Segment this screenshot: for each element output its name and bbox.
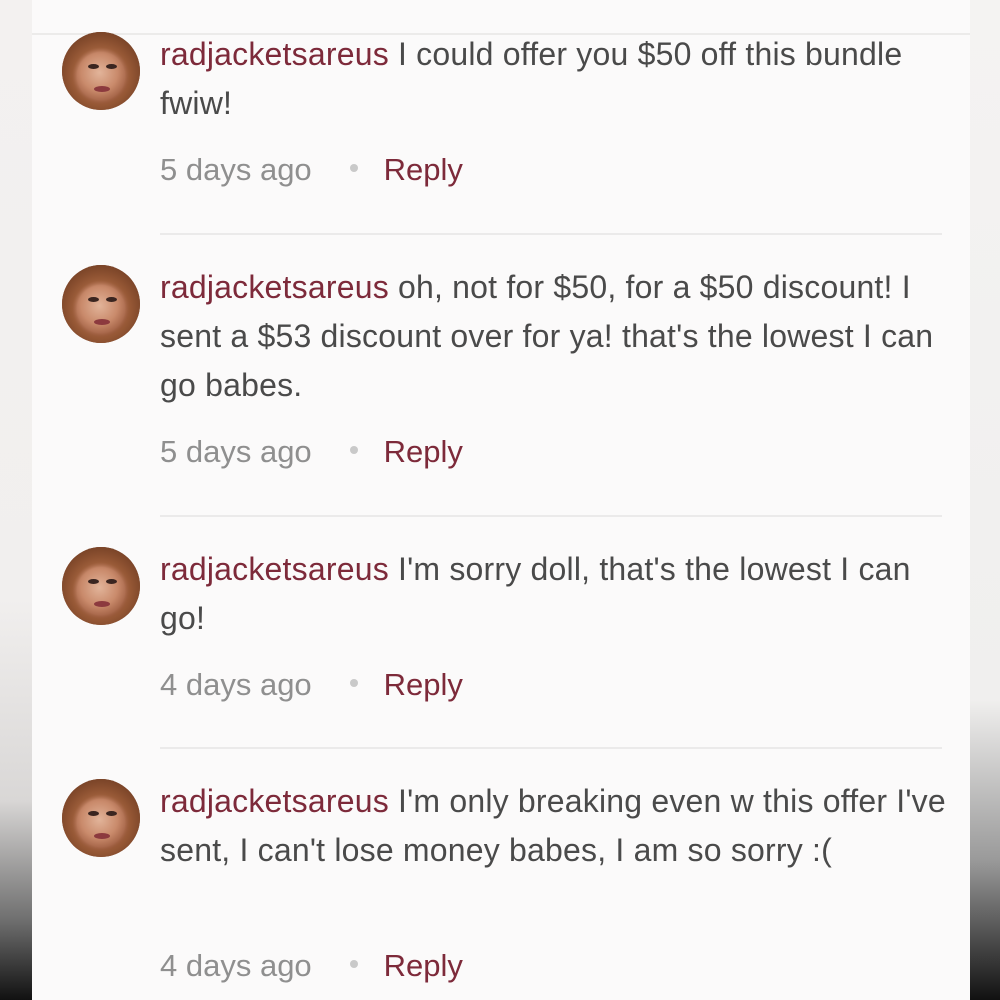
comment-meta: 5 days ago Reply <box>160 150 463 190</box>
comment-username[interactable]: radjacketsareus <box>160 269 389 305</box>
comment-timestamp: 4 days ago <box>160 667 312 702</box>
comment-username[interactable]: radjacketsareus <box>160 551 389 587</box>
reply-button[interactable]: Reply <box>384 152 463 187</box>
reply-button[interactable]: Reply <box>384 948 463 983</box>
comment-timestamp: 5 days ago <box>160 434 312 469</box>
dot-icon <box>349 959 358 968</box>
dot-icon <box>349 678 358 687</box>
comment-meta: 4 days ago Reply <box>160 946 463 986</box>
comment-body: radjacketsareus oh, not for $50, for a $… <box>160 263 950 410</box>
comment-username[interactable]: radjacketsareus <box>160 783 389 819</box>
comment-meta: 5 days ago Reply <box>160 432 463 472</box>
user-avatar[interactable] <box>62 547 140 625</box>
comment-divider <box>160 515 942 517</box>
dot-icon <box>349 163 358 172</box>
user-avatar[interactable] <box>62 32 140 110</box>
comment-meta: 4 days ago Reply <box>160 665 463 705</box>
comment-body: radjacketsareus I could offer you $50 of… <box>160 30 950 128</box>
comment-timestamp: 5 days ago <box>160 152 312 187</box>
comment-timestamp: 4 days ago <box>160 948 312 983</box>
dot-icon <box>349 445 358 454</box>
comment-divider <box>160 747 942 749</box>
screen-edge <box>970 0 1000 1000</box>
comment-username[interactable]: radjacketsareus <box>160 36 389 72</box>
comment-divider <box>160 233 942 235</box>
comment-body: radjacketsareus I'm sorry doll, that's t… <box>160 545 950 643</box>
comments-panel: radjacketsareus I could offer you $50 of… <box>32 0 970 1000</box>
reply-button[interactable]: Reply <box>384 667 463 702</box>
comment-body: radjacketsareus I'm only breaking even w… <box>160 777 950 875</box>
reply-button[interactable]: Reply <box>384 434 463 469</box>
user-avatar[interactable] <box>62 779 140 857</box>
user-avatar[interactable] <box>62 265 140 343</box>
